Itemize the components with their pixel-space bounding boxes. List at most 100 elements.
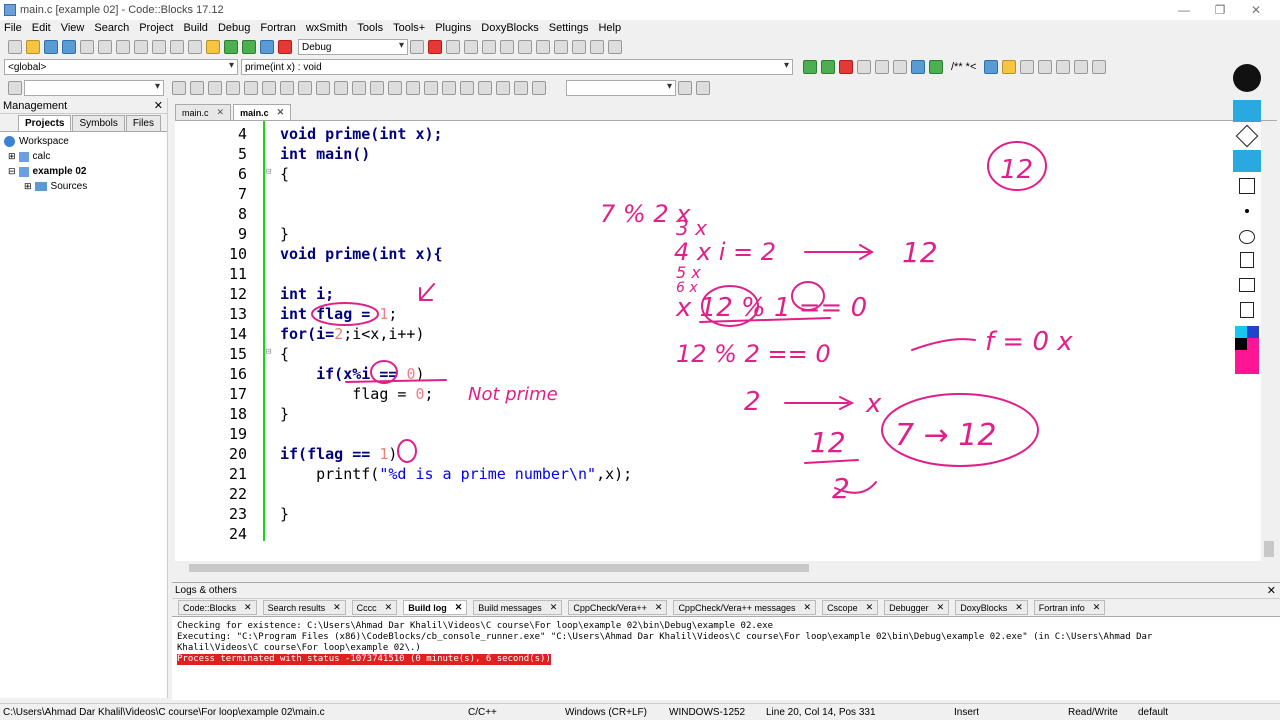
menu-build[interactable]: Build	[183, 22, 207, 34]
search-select[interactable]	[566, 80, 676, 96]
tab-projects[interactable]: Projects	[18, 115, 72, 131]
pause-icon[interactable]	[554, 40, 568, 54]
step-instruction-icon[interactable]	[536, 40, 550, 54]
logs-tab-close-icon[interactable]: ✕	[244, 602, 252, 613]
stop-debug-icon[interactable]	[572, 40, 586, 54]
scroll-thumb[interactable]	[189, 564, 809, 572]
logs-tab-close-icon[interactable]: ✕	[550, 602, 558, 613]
build-gear-icon[interactable]	[206, 40, 220, 54]
minimize-button[interactable]: —	[1166, 0, 1202, 20]
rebuild-icon[interactable]	[260, 40, 274, 54]
redo-icon[interactable]	[98, 40, 112, 54]
next-instruction-icon[interactable]	[518, 40, 532, 54]
code-line[interactable]: }	[280, 505, 289, 523]
menu-settings[interactable]: Settings	[549, 22, 589, 34]
logs-tab-close-icon[interactable]: ✕	[333, 602, 341, 613]
compiler-select[interactable]	[24, 80, 164, 96]
code-line[interactable]: void prime(int x);	[280, 125, 443, 143]
code-line[interactable]: flag = 0;	[280, 385, 433, 403]
cursor-icon[interactable]	[1235, 124, 1259, 148]
nav-prev-icon[interactable]	[1056, 60, 1071, 74]
editor-horizontal-scrollbar[interactable]	[175, 561, 1277, 575]
code-line[interactable]: {	[280, 345, 289, 363]
tab-close-icon[interactable]: ✕	[277, 107, 285, 118]
undo-icon[interactable]	[80, 40, 94, 54]
close-button[interactable]: ✕	[1238, 0, 1274, 20]
image-icon[interactable]	[316, 81, 330, 95]
menu-file[interactable]: File	[4, 22, 22, 34]
box-icon[interactable]	[334, 81, 348, 95]
goto-icon[interactable]	[929, 60, 943, 74]
cut-icon[interactable]	[116, 40, 130, 54]
next-line-icon[interactable]	[464, 40, 478, 54]
doc-comment-button[interactable]: /** *<	[951, 61, 976, 73]
logs-tab-close-icon[interactable]: ✕	[1015, 602, 1023, 613]
code-line[interactable]: if(x%i == 0)	[280, 365, 424, 383]
logs-tab-close-icon[interactable]: ✕	[804, 602, 812, 613]
chm-icon[interactable]	[1020, 60, 1035, 74]
save-icon[interactable]	[44, 40, 58, 54]
eye-icon[interactable]	[1233, 100, 1261, 122]
save-all-icon[interactable]	[62, 40, 76, 54]
run-to-cursor-icon[interactable]	[446, 40, 460, 54]
tree-item-calc[interactable]: ⊞ calc	[0, 149, 167, 164]
menu-tools[interactable]: Tools	[357, 22, 383, 34]
menu-plugins[interactable]: Plugins	[435, 22, 471, 34]
prev-bookmark-icon[interactable]	[857, 60, 871, 74]
fold-toggle-icon[interactable]: ⊟	[266, 167, 271, 177]
layout-f-icon[interactable]	[460, 81, 474, 95]
menu-tools-plus[interactable]: Tools+	[393, 22, 425, 34]
bookmark-toggle-icon[interactable]	[839, 60, 853, 74]
tab-close-icon[interactable]: ✕	[217, 107, 225, 118]
find-icon[interactable]	[170, 40, 184, 54]
logs-tab-close-icon[interactable]: ✕	[937, 602, 945, 613]
menu-fortran[interactable]: Fortran	[260, 22, 295, 34]
layout-a-icon[interactable]	[370, 81, 384, 95]
jump-back-icon[interactable]	[803, 60, 817, 74]
tools-icon[interactable]	[1038, 60, 1053, 74]
pen-app-icon[interactable]	[1233, 64, 1261, 92]
code-editor[interactable]: 4 5 6 7 8 9 10 11 12 13 14 15 16 17 18 19 20 21 22 23 24 voi…	[175, 121, 1261, 561]
menu-help[interactable]: Help	[598, 22, 621, 34]
debug-start-icon[interactable]	[428, 40, 442, 54]
build-run-icon[interactable]	[242, 40, 256, 54]
logs-tab[interactable]: Debugger ✕	[884, 600, 950, 615]
layout-b-icon[interactable]	[388, 81, 402, 95]
logs-tab[interactable]: Build messages ✕	[473, 600, 563, 615]
function-select[interactable]: prime(int x) : void	[241, 59, 793, 75]
next-bookmark-icon[interactable]	[875, 60, 889, 74]
expand-icon[interactable]: ⊞	[24, 179, 32, 194]
logs-tab[interactable]: CppCheck/Vera++ ✕	[568, 600, 668, 615]
logs-tab-close-icon[interactable]: ✕	[385, 602, 393, 613]
clear-bookmarks-icon[interactable]	[893, 60, 907, 74]
nav-back-icon[interactable]	[172, 81, 186, 95]
dot-size-icon[interactable]	[1245, 209, 1249, 213]
menu-view[interactable]: View	[61, 22, 85, 34]
logs-tab[interactable]: Code::Blocks ✕	[178, 600, 257, 615]
logs-tab[interactable]: CppCheck/Vera++ messages ✕	[673, 600, 817, 615]
code-line[interactable]: for(i=2;i<x,i++)	[280, 325, 425, 343]
compiler-icon[interactable]	[8, 81, 22, 95]
tab-files[interactable]: Files	[125, 115, 161, 131]
code-line[interactable]: }	[280, 225, 289, 243]
open-folder-icon[interactable]	[26, 40, 40, 54]
trash-icon[interactable]	[1240, 252, 1254, 268]
management-close-icon[interactable]: ✕	[154, 99, 163, 112]
editor-tab[interactable]: main.c ✕	[175, 104, 232, 120]
find-next-icon[interactable]	[226, 81, 240, 95]
code-line[interactable]: void prime(int x){	[280, 245, 443, 263]
nav-forward-icon[interactable]	[190, 81, 204, 95]
undo-icon[interactable]	[1239, 230, 1255, 244]
menu-debug[interactable]: Debug	[218, 22, 250, 34]
doxy-icon[interactable]	[984, 60, 999, 74]
tree-item-example-02[interactable]: ⊟ example 02	[0, 164, 167, 179]
paste-icon[interactable]	[152, 40, 166, 54]
code-line[interactable]: int main()	[280, 145, 370, 163]
logs-tab-close-icon[interactable]: ✕	[655, 602, 663, 613]
logs-tab[interactable]: Fortran info ✕	[1033, 600, 1106, 615]
menu-project[interactable]: Project	[139, 22, 173, 34]
maximize-button[interactable]: ❐	[1202, 0, 1238, 20]
select-icon[interactable]	[280, 81, 294, 95]
editor-tab-active[interactable]: main.c ✕	[233, 104, 292, 120]
logs-tab[interactable]: Cccc ✕	[351, 600, 398, 615]
